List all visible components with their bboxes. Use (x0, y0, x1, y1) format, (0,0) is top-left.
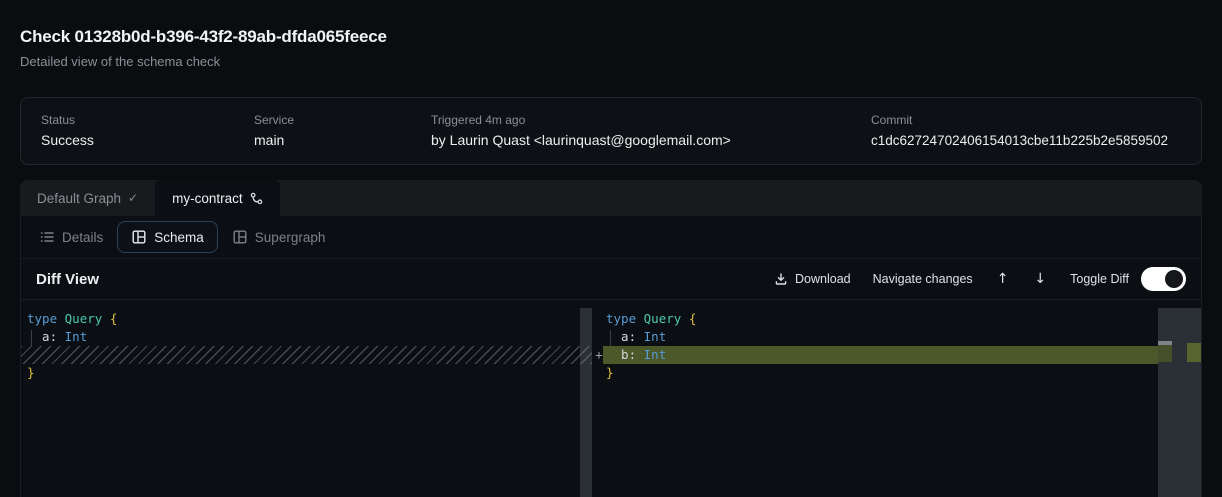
code-line[interactable]: b: Int (592, 346, 1158, 364)
overview-ruler-added-mark (1187, 343, 1201, 362)
app-root: Check 01328b0d-b396-43f2-89ab-dfda065fee… (0, 0, 1222, 497)
left-scrollbar[interactable] (580, 308, 592, 497)
tab-my-contract-label: my-contract (172, 191, 243, 206)
tab-schema-label: Schema (154, 230, 204, 245)
graph-tab-strip: Default Graph ✓ my-contract (20, 180, 1202, 216)
page-header: Check 01328b0d-b396-43f2-89ab-dfda065fee… (0, 0, 1222, 70)
download-label: Download (795, 272, 851, 286)
indent-guide (31, 330, 32, 346)
diff-removed-placeholder[interactable] (21, 346, 592, 364)
content-panel: Details Schema Supergrap (20, 216, 1202, 497)
tab-details-label: Details (62, 230, 103, 245)
previous-change-button[interactable]: ↑ (995, 270, 1011, 288)
indent-guide (610, 330, 611, 346)
contract-spline-icon (250, 192, 263, 205)
page-subtitle: Detailed view of the schema check (20, 54, 1202, 70)
diff-pane-original[interactable]: type Query { a: Int} (21, 300, 592, 497)
view-tab-bar: Details Schema Supergrap (21, 216, 1201, 258)
code-line[interactable]: a: Int (21, 328, 592, 346)
summary-triggered: Triggered 4m ago by Laurin Quast <laurin… (431, 113, 871, 149)
diff-toolbar-controls: Download Navigate changes ↑ ↓ Toggle Dif… (774, 267, 1186, 291)
status-label: Status (41, 113, 254, 127)
triggered-value: by Laurin Quast <laurinquast@googlemail.… (431, 132, 871, 149)
download-button[interactable]: Download (774, 272, 851, 286)
toggle-diff-switch[interactable] (1141, 267, 1186, 291)
tab-details[interactable]: Details (37, 222, 105, 252)
check-icon: ✓ (128, 191, 138, 205)
diff-pane-modified[interactable]: type Query { a: Int b: Int} + (592, 300, 1158, 497)
service-value: main (254, 132, 431, 149)
download-icon (774, 272, 788, 286)
summary-service: Service main (254, 113, 431, 149)
diff-view-title: Diff View (36, 271, 99, 288)
tab-supergraph[interactable]: Supergraph (230, 222, 328, 252)
diff-toolbar: Diff View Download Navigate changes ↑ ↓ … (21, 258, 1201, 300)
minimap-added-shadow (1158, 345, 1172, 362)
summary-commit: Commit c1dc62724702406154013cbe11b225b2e… (871, 113, 1181, 149)
added-line-marker: + (593, 346, 605, 364)
code-line[interactable]: a: Int (592, 328, 1158, 346)
commit-label: Commit (871, 113, 1181, 127)
minimap[interactable] (1158, 308, 1201, 497)
service-label: Service (254, 113, 431, 127)
diff-editor[interactable]: type Query { a: Int} type Query { a: Int… (21, 300, 1201, 497)
tab-default-graph[interactable]: Default Graph ✓ (20, 180, 155, 216)
code-line[interactable]: type Query { (21, 310, 592, 328)
triggered-label: Triggered 4m ago (431, 113, 871, 127)
list-icon (39, 229, 55, 245)
status-value: Success (41, 132, 254, 149)
panels-icon (232, 229, 248, 245)
code-line[interactable]: } (21, 364, 592, 382)
toggle-diff-label: Toggle Diff (1070, 272, 1129, 286)
check-summary-card: Status Success Service main Triggered 4m… (20, 97, 1202, 165)
code-line[interactable]: } (592, 364, 1158, 382)
tab-supergraph-label: Supergraph (255, 230, 326, 245)
switch-thumb (1165, 270, 1183, 288)
commit-value: c1dc62724702406154013cbe11b225b2e5859502 (871, 132, 1181, 149)
tab-schema[interactable]: Schema (117, 221, 218, 253)
next-change-button[interactable]: ↓ (1032, 270, 1048, 288)
code-line[interactable]: type Query { (592, 310, 1158, 328)
panels-icon (131, 229, 147, 245)
summary-status: Status Success (41, 113, 254, 149)
tab-default-graph-label: Default Graph (37, 191, 121, 206)
page-title: Check 01328b0d-b396-43f2-89ab-dfda065fee… (20, 27, 1202, 47)
tab-my-contract[interactable]: my-contract (155, 180, 280, 216)
navigate-changes-label: Navigate changes (873, 272, 973, 286)
